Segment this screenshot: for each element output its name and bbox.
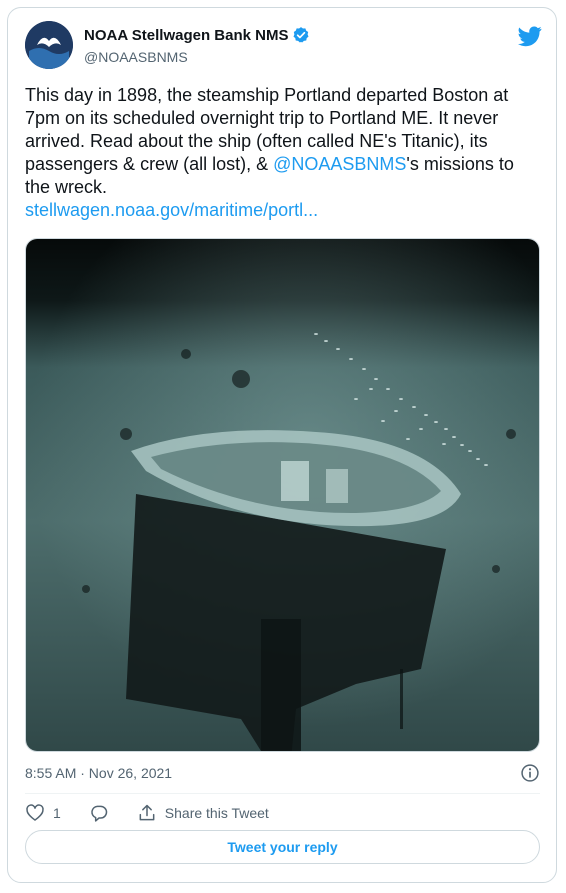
verified-badge-icon bbox=[293, 27, 309, 43]
like-button[interactable]: 1 bbox=[25, 803, 61, 823]
tweet-actions: 1 Share this Tweet bbox=[25, 802, 297, 824]
avatar[interactable] bbox=[25, 21, 73, 69]
share-button[interactable]: Share this Tweet bbox=[137, 803, 269, 823]
author-name[interactable]: NOAA Stellwagen Bank NMS bbox=[84, 27, 288, 44]
author-name-row: NOAA Stellwagen Bank NMS bbox=[84, 26, 310, 44]
tweet-text: This day in 1898, the steamship Portland… bbox=[25, 84, 540, 222]
heart-icon bbox=[26, 804, 44, 821]
share-label: Share this Tweet bbox=[164, 805, 269, 821]
tweet-card: NOAA Stellwagen Bank NMS @NOAASBNMS This… bbox=[7, 7, 557, 883]
tweet-url-link[interactable]: stellwagen.noaa.gov/maritime/portl... bbox=[25, 200, 318, 220]
author-handle[interactable]: @NOAASBNMS bbox=[84, 49, 188, 65]
reply-icon bbox=[91, 805, 108, 822]
timestamp-row: 8:55 AM · Nov 26, 2021 bbox=[25, 763, 540, 783]
tweet-image[interactable] bbox=[25, 238, 540, 752]
mention-link[interactable]: @NOAASBNMS bbox=[273, 154, 406, 174]
info-icon[interactable] bbox=[520, 763, 540, 783]
share-icon bbox=[139, 804, 155, 821]
sonar-wreck-image bbox=[26, 239, 539, 751]
timestamp[interactable]: 8:55 AM · Nov 26, 2021 bbox=[25, 765, 172, 781]
tweet-your-reply-button[interactable]: Tweet your reply bbox=[25, 830, 540, 864]
reply-button[interactable] bbox=[89, 803, 109, 823]
divider bbox=[25, 793, 540, 794]
twitter-bird-icon[interactable] bbox=[518, 24, 542, 48]
like-count: 1 bbox=[53, 805, 61, 821]
noaa-logo bbox=[25, 21, 73, 69]
